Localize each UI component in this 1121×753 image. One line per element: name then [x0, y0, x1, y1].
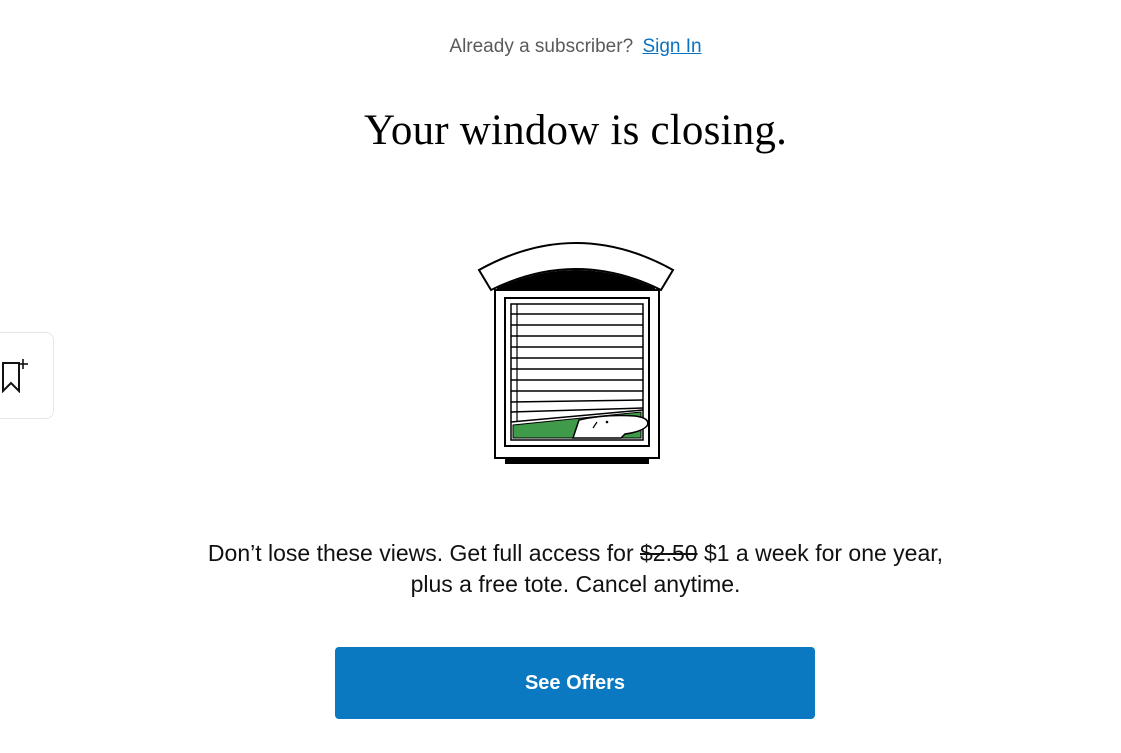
offer-line1-suffix: $1 a week for one year,: [703, 540, 944, 566]
offer-text: Don’t lose these views. Get full access …: [0, 538, 1121, 600]
old-price: $2.50: [640, 540, 698, 566]
bookmark-add-icon: [2, 359, 28, 393]
signin-prompt-text: Already a subscriber?: [449, 36, 634, 57]
window-blinds-dog-illustration: [475, 232, 677, 468]
page-title: Your window is closing.: [363, 107, 788, 154]
signin-link[interactable]: Sign In: [642, 36, 701, 57]
signin-prompt-row: Already a subscriber? Sign In: [0, 36, 1121, 58]
bookmark-add-button[interactable]: [0, 332, 54, 419]
offer-line1-prefix: Don’t lose these views. Get full access …: [207, 540, 634, 566]
offer-line-2: plus a free tote. Cancel anytime.: [410, 571, 741, 597]
offer-line-1: Don’t lose these views. Get full access …: [0, 538, 1121, 569]
see-offers-button[interactable]: See Offers: [335, 647, 815, 719]
